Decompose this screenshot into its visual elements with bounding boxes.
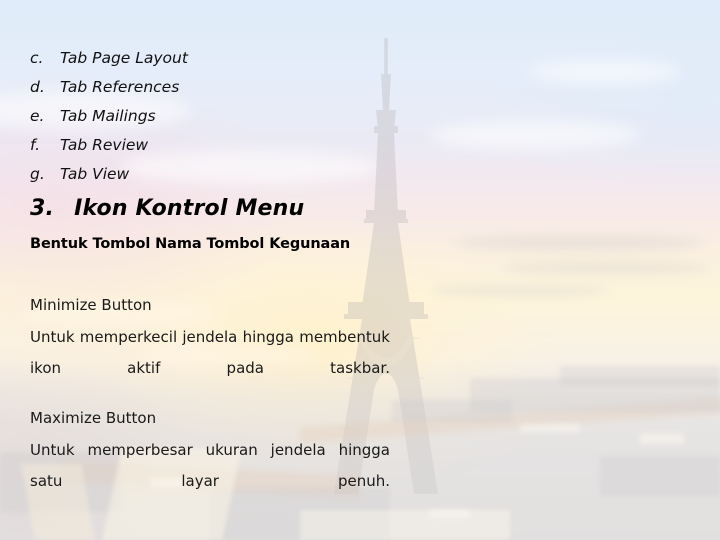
tab-list: c. Tab Page Layout d. Tab References e. … [30,44,410,189]
list-item: f. Tab Review [30,131,410,160]
list-item-marker: g. [30,165,45,183]
maximize-button-body: Untuk memperbesar ukuran jendela hingga … [30,441,390,490]
maximize-button-block: Maximize Button Untuk memperbesar ukuran… [30,405,390,528]
list-item-marker: f. [30,136,41,154]
table-headings-line: Bentuk Tombol Nama Tombol Kegunaan [30,236,351,252]
list-item-label: Tab Review [60,136,149,154]
list-item-label: Tab Page Layout [60,49,188,67]
minimize-button-body: Untuk memperkecil jendela hingga membent… [30,328,390,377]
slide-content: c. Tab Page Layout d. Tab References e. … [0,0,720,540]
list-item-marker: d. [30,78,45,96]
presentation-slide: c. Tab Page Layout d. Tab References e. … [0,0,720,540]
maximize-button-title: Maximize Button [30,409,157,427]
section-heading: 3. Ikon Kontrol Menu [30,196,304,221]
minimize-button-title: Minimize Button [30,296,152,314]
list-item-label: Tab References [60,78,180,96]
list-item: d. Tab References [30,73,410,102]
list-item: e. Tab Mailings [30,102,410,131]
list-item-label: Tab View [60,165,130,183]
list-item-label: Tab Mailings [60,107,156,125]
minimize-button-block: Minimize Button Untuk memperkecil jendel… [30,292,390,415]
list-item-marker: c. [30,49,44,67]
list-item: c. Tab Page Layout [30,44,410,73]
list-item-marker: e. [30,107,45,125]
list-item: g. Tab View [30,160,410,189]
section-number: 3. [30,196,55,221]
section-title: Ikon Kontrol Menu [74,196,305,221]
